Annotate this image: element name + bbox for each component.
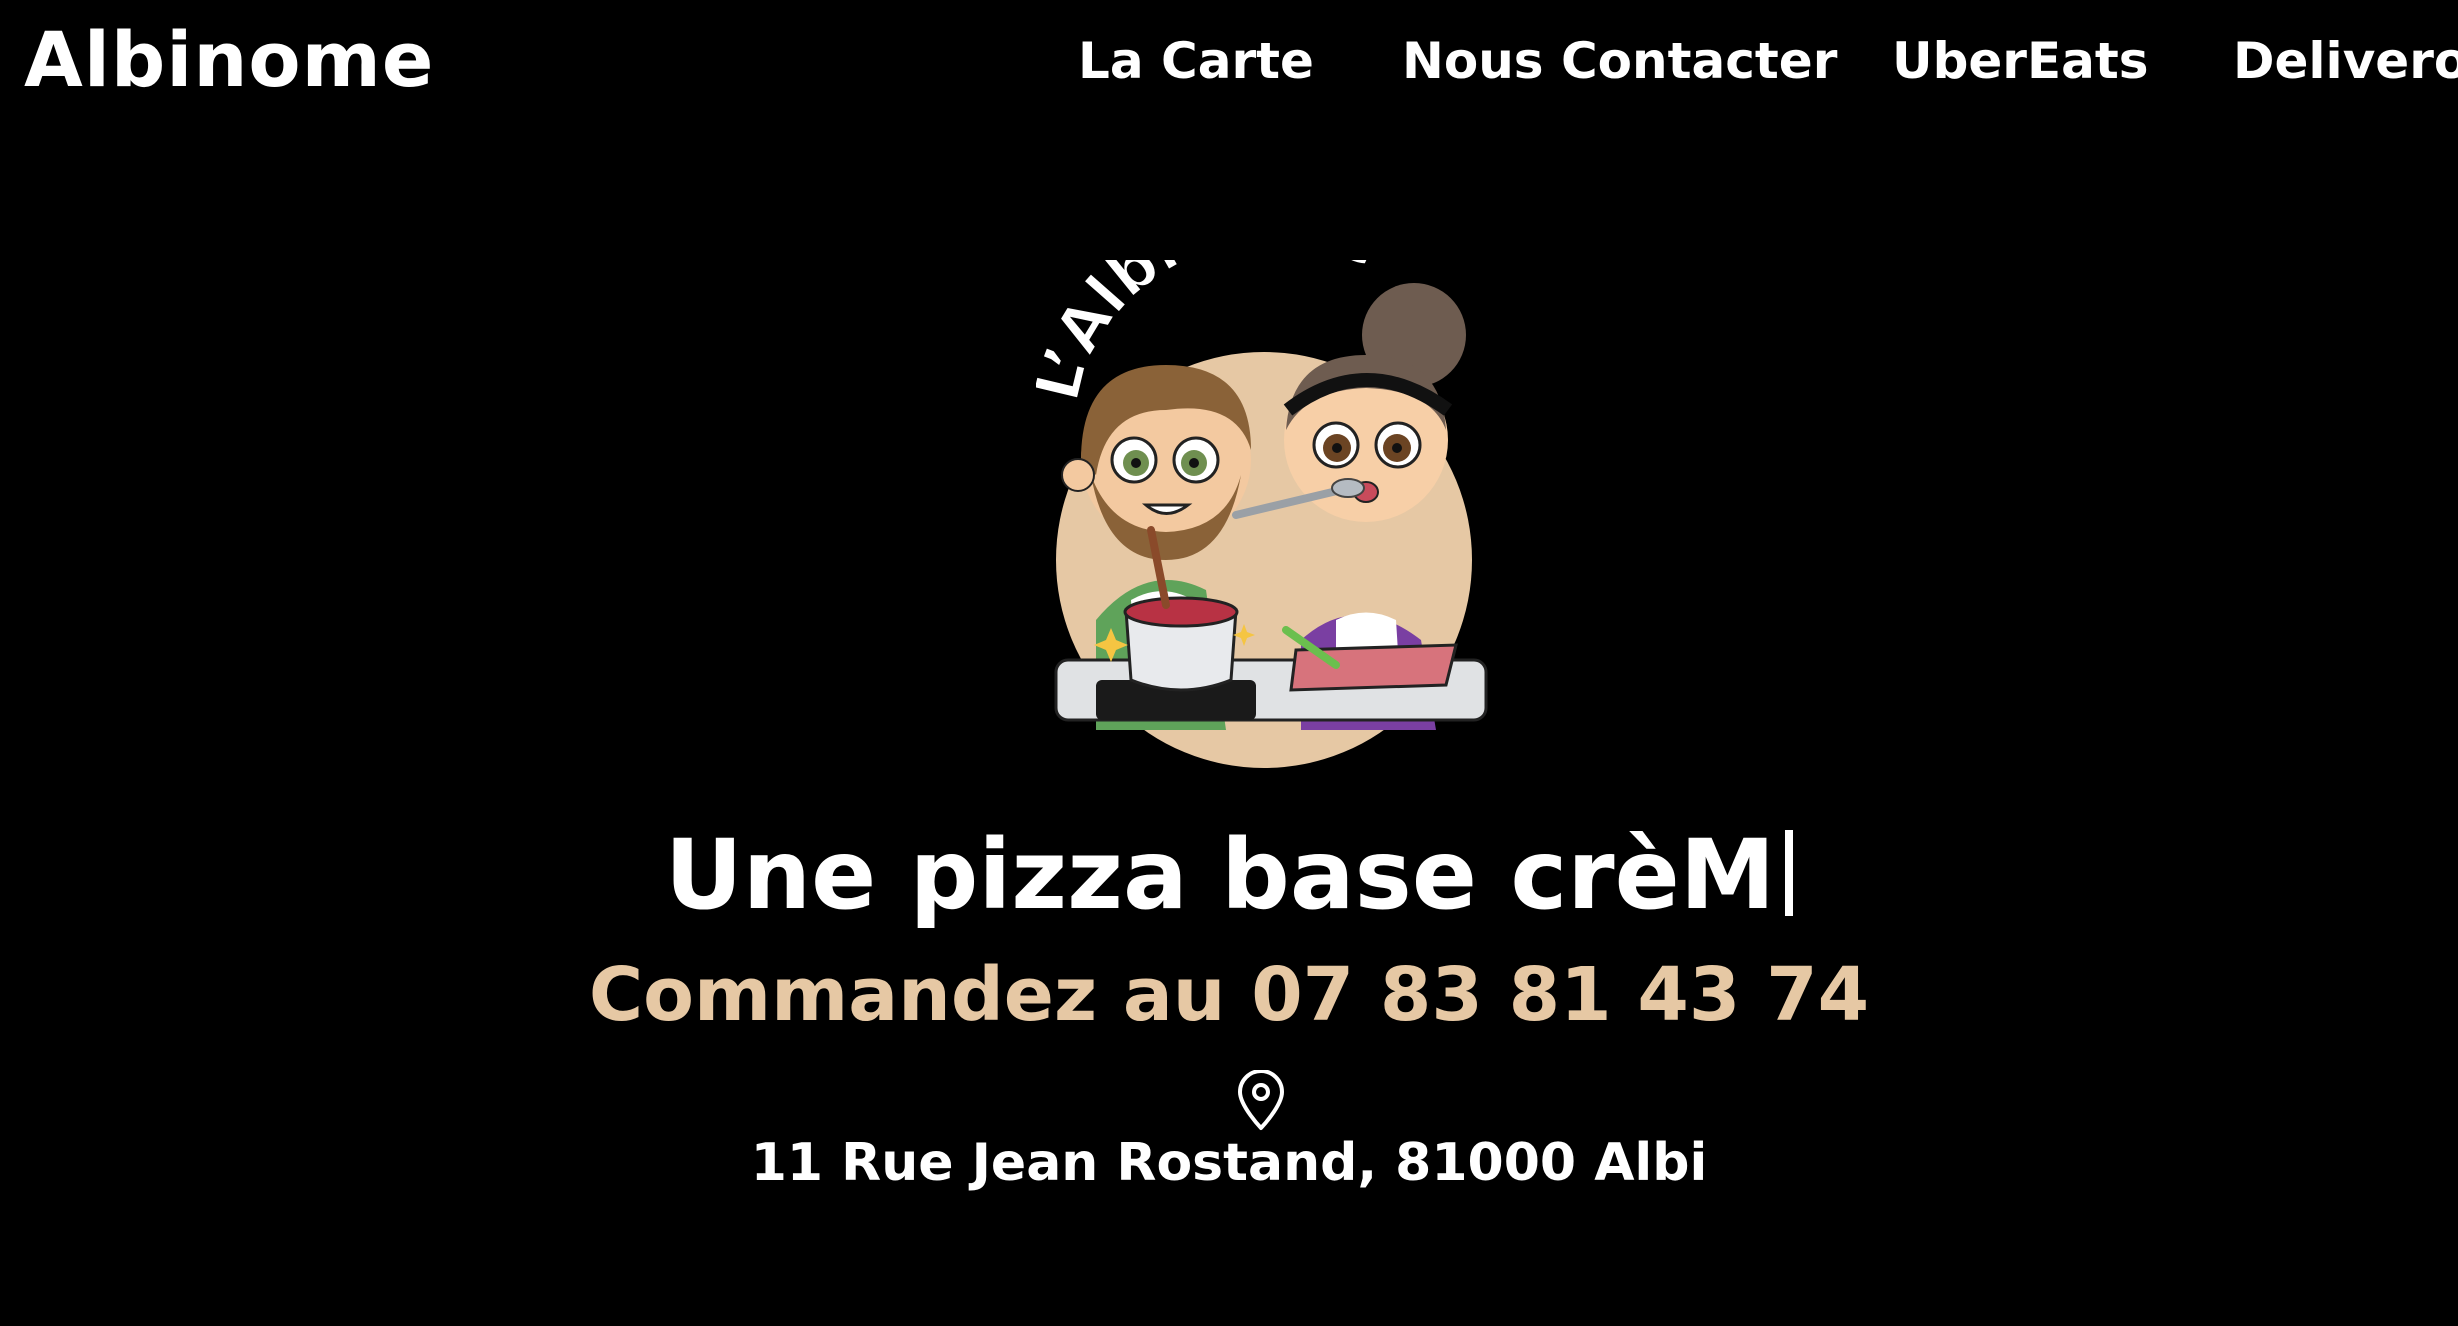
order-phone-text[interactable]: Commandez au 07 83 81 43 74 [0,945,2458,1045]
hero-headline: Une pizza base crèM [0,815,2458,935]
restaurant-logo: L’Albinôme [1036,260,1488,768]
main-nav: La Carte Nous Contacter UberEats Deliver… [0,26,2458,96]
typing-cursor [1785,830,1794,916]
nav-link-nous-contacter[interactable]: Nous Contacter [1402,26,1837,96]
nav-link-ubereats[interactable]: UberEats [1892,26,2149,96]
address-text[interactable]: 11 Rue Jean Rostand, 81000 Albi [0,1128,2458,1198]
map-pin-icon [1238,1070,1284,1130]
nav-link-la-carte[interactable]: La Carte [1078,26,1314,96]
nav-link-deliveroo[interactable]: Deliveroo [2233,26,2458,96]
page: Albinome La Carte Nous Contacter UberEat… [0,0,2458,1326]
hero-headline-text: Une pizza base crèM [664,819,1776,931]
